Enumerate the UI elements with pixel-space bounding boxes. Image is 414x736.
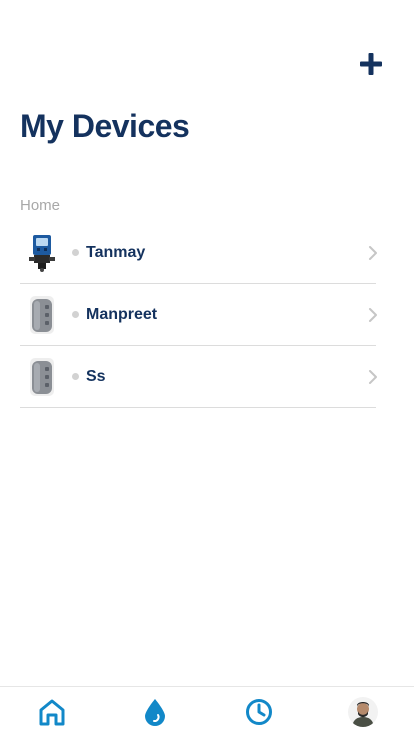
- chevron-right-icon: [369, 246, 377, 260]
- profile-avatar: [348, 697, 378, 727]
- device-name: Ss: [86, 367, 106, 385]
- water-tank-device-image: [24, 357, 60, 397]
- tab-profile[interactable]: [346, 695, 380, 729]
- home-icon: [39, 699, 65, 726]
- bottom-tab-bar: [0, 686, 414, 736]
- device-row[interactable]: Tanmay: [20, 222, 377, 284]
- device-row[interactable]: Ss: [20, 346, 377, 408]
- device-name: Tanmay: [86, 243, 146, 261]
- tab-home[interactable]: [35, 695, 69, 729]
- status-dot: [72, 373, 79, 380]
- water-tank-device-image: [24, 295, 60, 335]
- device-row[interactable]: Manpreet: [20, 284, 377, 346]
- status-dot: [72, 249, 79, 256]
- page-title: My Devices: [20, 108, 190, 144]
- chevron-right-icon: [369, 370, 377, 384]
- water-drop-icon: [145, 699, 165, 726]
- section-label-home: Home: [20, 197, 61, 214]
- clock-icon: [246, 699, 272, 725]
- tab-water[interactable]: [138, 695, 172, 729]
- add-device-button[interactable]: [357, 50, 385, 78]
- device-name: Manpreet: [86, 305, 158, 323]
- tab-history[interactable]: [242, 695, 276, 729]
- status-dot: [72, 311, 79, 318]
- water-meter-device-image: [24, 233, 60, 273]
- chevron-right-icon: [369, 308, 377, 322]
- plus-icon: [360, 53, 382, 75]
- device-list: Tanmay Manpreet Ss: [20, 222, 377, 408]
